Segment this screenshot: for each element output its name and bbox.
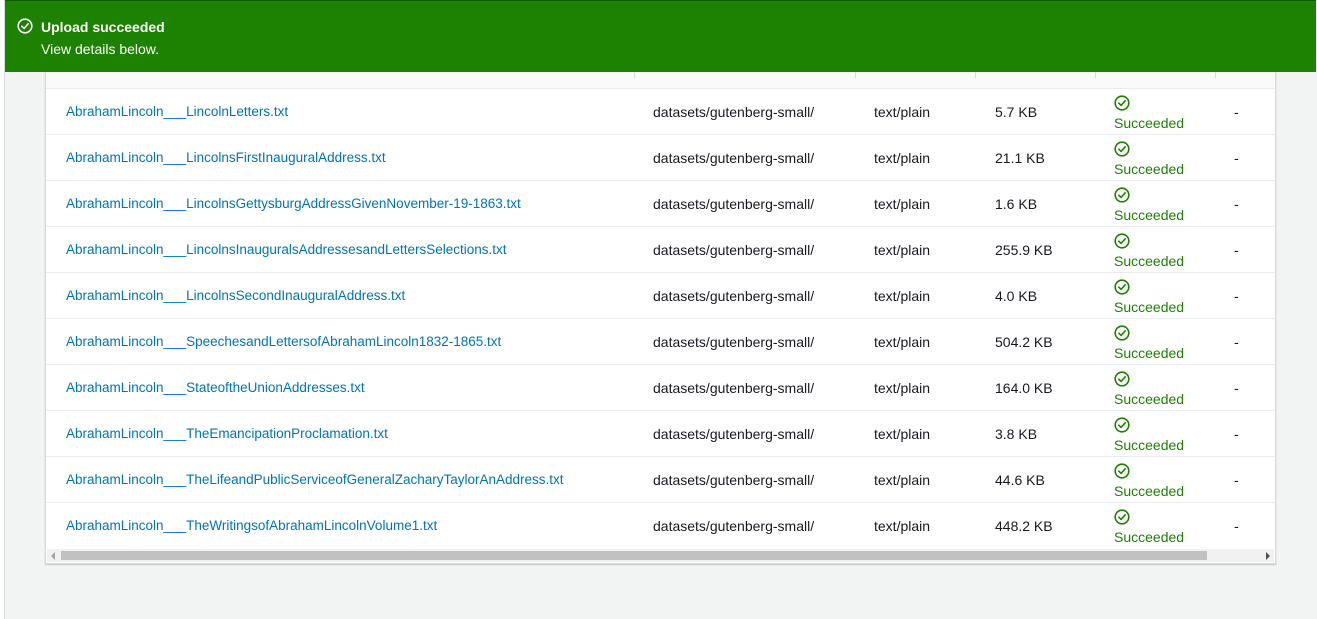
file-type: text/plain	[874, 288, 931, 304]
table-row: AbrahamLincoln___LincolnsInauguralsAddre…	[46, 227, 1275, 273]
scrollbar-thumb[interactable]	[61, 551, 1207, 560]
check-circle-icon	[1114, 509, 1130, 525]
success-flash-banner: Upload succeeded View details below.	[5, 0, 1316, 72]
file-name-link[interactable]: AbrahamLincoln___SpeechesandLettersofAbr…	[66, 319, 501, 365]
status-label: Succeeded	[1114, 299, 1185, 315]
file-type: text/plain	[874, 472, 931, 488]
file-folder: datasets/gutenberg-small/	[653, 426, 815, 442]
file-name-link[interactable]: AbrahamLincoln___TheLifeandPublicService…	[66, 457, 564, 503]
file-type: text/plain	[874, 334, 931, 350]
table-row: AbrahamLincoln___StateoftheUnionAddresse…	[46, 365, 1275, 411]
table-row: AbrahamLincoln___TheLifeandPublicService…	[46, 457, 1275, 503]
check-circle-icon	[1114, 371, 1130, 387]
check-circle-icon	[1114, 325, 1130, 341]
file-type: text/plain	[874, 242, 931, 258]
status-label: Succeeded	[1114, 529, 1185, 545]
file-folder: datasets/gutenberg-small/	[653, 380, 815, 396]
column-divider[interactable]	[1095, 72, 1096, 78]
error-cell: -	[1234, 334, 1239, 350]
file-size: 164.0 KB	[995, 380, 1053, 396]
file-name-link[interactable]: AbrahamLincoln___LincolnsSecondInaugural…	[66, 273, 405, 319]
column-divider[interactable]	[634, 72, 635, 78]
file-size: 21.1 KB	[995, 150, 1045, 166]
flash-subtitle: View details below.	[41, 41, 160, 57]
file-type: text/plain	[874, 104, 931, 120]
status-label: Succeeded	[1114, 253, 1185, 269]
file-size: 448.2 KB	[995, 518, 1053, 534]
file-size: 44.6 KB	[995, 472, 1045, 488]
table-header	[46, 72, 1275, 89]
column-divider[interactable]	[1215, 72, 1216, 78]
file-folder: datasets/gutenberg-small/	[653, 334, 815, 350]
table-row: AbrahamLincoln___TheEmancipationProclama…	[46, 411, 1275, 457]
file-folder: datasets/gutenberg-small/	[653, 288, 815, 304]
check-circle-icon	[17, 18, 33, 34]
flash-title: Upload succeeded	[41, 19, 165, 35]
check-circle-icon	[1114, 141, 1130, 157]
table-row: AbrahamLincoln___LincolnsGettysburgAddre…	[46, 181, 1275, 227]
file-folder: datasets/gutenberg-small/	[653, 242, 815, 258]
file-type: text/plain	[874, 196, 931, 212]
check-circle-icon	[1114, 463, 1130, 479]
file-size: 1.6 KB	[995, 196, 1038, 212]
files-table: AbrahamLincoln___LincolnLetters.txtdatas…	[45, 72, 1276, 564]
status-label: Succeeded	[1114, 391, 1185, 407]
error-cell: -	[1234, 104, 1239, 120]
status-label: Succeeded	[1114, 437, 1185, 453]
check-circle-icon	[1114, 233, 1130, 249]
file-name-link[interactable]: AbrahamLincoln___LincolnLetters.txt	[66, 89, 288, 135]
table-body: AbrahamLincoln___LincolnLetters.txtdatas…	[46, 89, 1275, 549]
file-name-link[interactable]: AbrahamLincoln___TheEmancipationProclama…	[66, 411, 388, 457]
page-left-edge	[0, 0, 5, 619]
check-circle-icon	[1114, 417, 1130, 433]
error-cell: -	[1234, 150, 1239, 166]
table-row: AbrahamLincoln___TheWritingsofAbrahamLin…	[46, 503, 1275, 549]
file-size: 504.2 KB	[995, 334, 1053, 350]
file-name-link[interactable]: AbrahamLincoln___TheWritingsofAbrahamLin…	[66, 503, 437, 549]
file-folder: datasets/gutenberg-small/	[653, 150, 815, 166]
check-circle-icon	[1114, 95, 1130, 111]
column-divider[interactable]	[855, 72, 856, 78]
file-type: text/plain	[874, 518, 931, 534]
column-divider[interactable]	[975, 72, 976, 78]
error-cell: -	[1234, 380, 1239, 396]
file-size: 5.7 KB	[995, 104, 1038, 120]
table-row: AbrahamLincoln___SpeechesandLettersofAbr…	[46, 319, 1275, 365]
file-type: text/plain	[874, 380, 931, 396]
file-folder: datasets/gutenberg-small/	[653, 196, 815, 212]
error-cell: -	[1234, 242, 1239, 258]
horizontal-scrollbar[interactable]	[47, 549, 1274, 562]
file-folder: datasets/gutenberg-small/	[653, 518, 815, 534]
file-name-link[interactable]: AbrahamLincoln___LincolnsInauguralsAddre…	[66, 227, 507, 273]
check-circle-icon	[1114, 187, 1130, 203]
error-cell: -	[1234, 426, 1239, 442]
file-name-link[interactable]: AbrahamLincoln___LincolnsFirstInauguralA…	[66, 135, 386, 181]
status-label: Succeeded	[1114, 345, 1185, 361]
arrow-right-icon[interactable]	[1266, 552, 1270, 560]
status-label: Succeeded	[1114, 161, 1185, 177]
file-size: 3.8 KB	[995, 426, 1038, 442]
file-type: text/plain	[874, 426, 931, 442]
error-cell: -	[1234, 196, 1239, 212]
file-folder: datasets/gutenberg-small/	[653, 472, 815, 488]
arrow-left-icon[interactable]	[51, 552, 55, 560]
table-row: AbrahamLincoln___LincolnsSecondInaugural…	[46, 273, 1275, 319]
table-row: AbrahamLincoln___LincolnLetters.txt datas…	[46, 89, 1275, 135]
file-type: text/plain	[874, 150, 931, 166]
file-folder: datasets/gutenberg-small/	[653, 104, 815, 120]
table-row: AbrahamLincoln___LincolnsFirstInauguralA…	[46, 135, 1275, 181]
file-size: 255.9 KB	[995, 242, 1053, 258]
check-circle-icon	[1114, 279, 1130, 295]
error-cell: -	[1234, 288, 1239, 304]
file-name-link[interactable]: AbrahamLincoln___StateoftheUnionAddresse…	[66, 365, 365, 411]
file-size: 4.0 KB	[995, 288, 1038, 304]
error-cell: -	[1234, 472, 1239, 488]
status-label: Succeeded	[1114, 115, 1185, 131]
status-label: Succeeded	[1114, 483, 1185, 499]
error-cell: -	[1234, 518, 1239, 534]
status-label: Succeeded	[1114, 207, 1185, 223]
file-name-link[interactable]: AbrahamLincoln___LincolnsGettysburgAddre…	[66, 181, 521, 227]
